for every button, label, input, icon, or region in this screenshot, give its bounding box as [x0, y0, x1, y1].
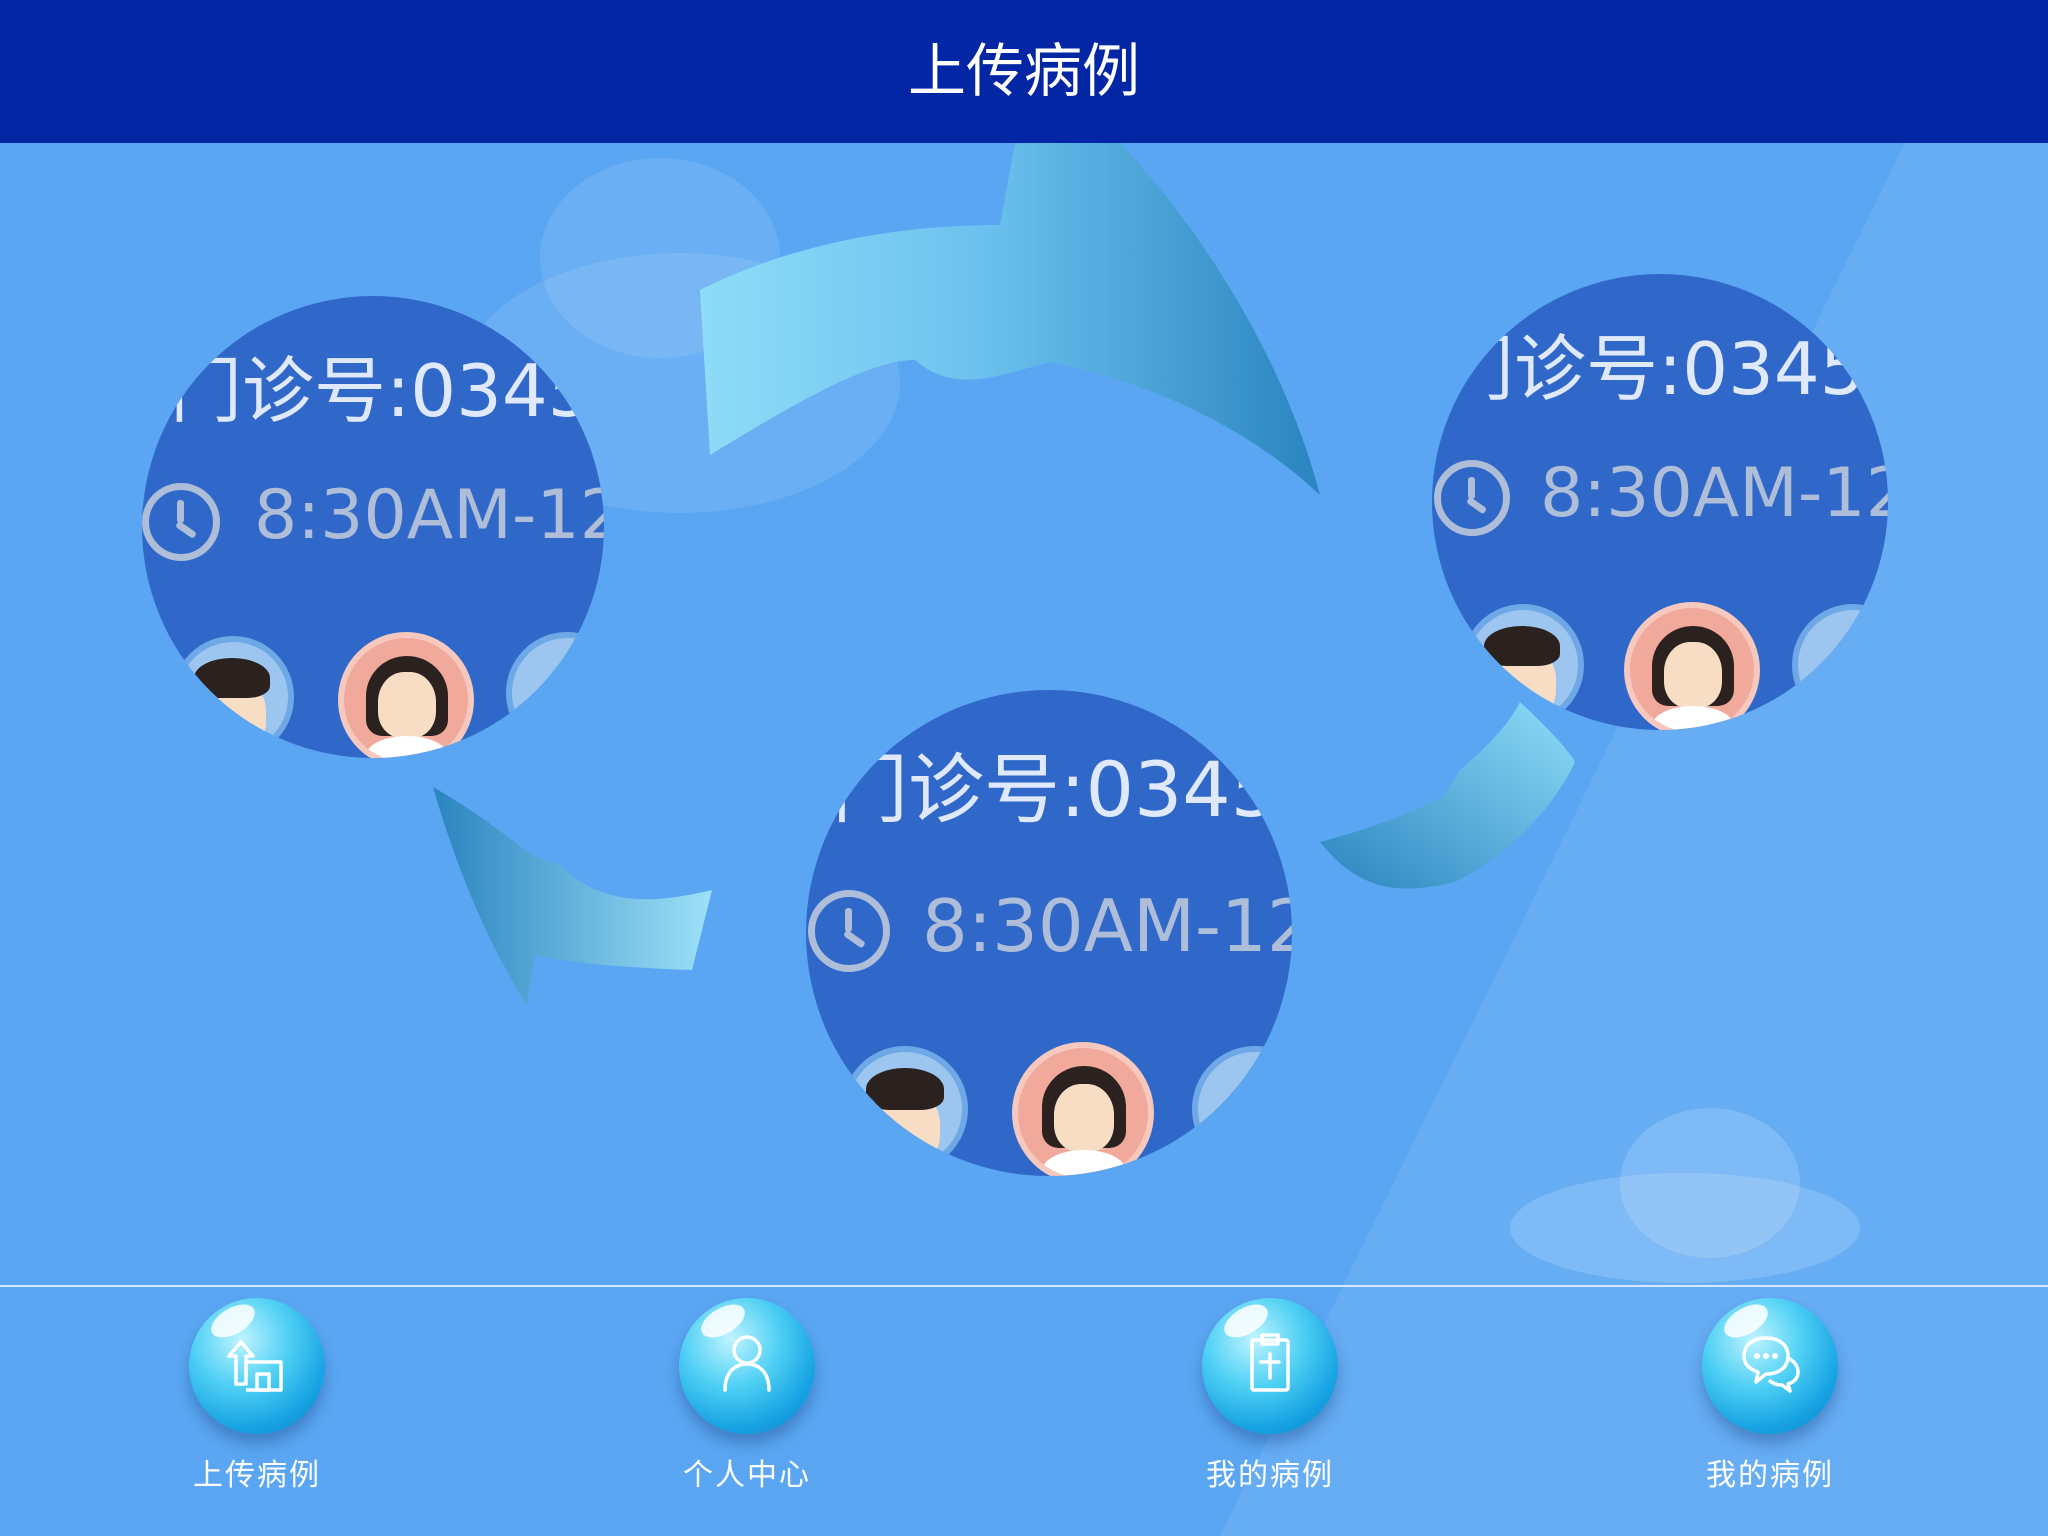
time-range-text: 8:30AM-12: [1540, 454, 1888, 533]
tab-label: 个人中心: [683, 1458, 811, 1493]
tab-upload-case[interactable]: 上传病例: [137, 1298, 377, 1498]
avatar-boy: [1462, 604, 1584, 726]
clock-icon: [142, 483, 220, 561]
time-range-text: 8:30AM-12: [254, 476, 604, 555]
person-icon: [723, 1335, 771, 1392]
preview-card: 门诊号:0345 8:30AM-12: [1432, 274, 1888, 730]
avatar-girl: [338, 632, 474, 758]
avatar-girl: [1624, 602, 1760, 730]
header-bar: 上传病例: [0, 0, 2048, 143]
avatar-boy: [172, 636, 294, 758]
tab-button[interactable]: [679, 1298, 815, 1434]
time-range-text: 8:30AM-12: [922, 884, 1292, 968]
page-title: 上传病例: [907, 37, 1140, 105]
preview-card: 门诊号:0345 8:30AM-12: [806, 690, 1292, 1176]
arrow-left: [433, 787, 712, 1005]
clock-icon: [1434, 460, 1510, 536]
clinic-number-text: 门诊号:0345: [832, 745, 1280, 834]
tab-label: 我的病例: [1706, 1458, 1834, 1493]
tab-messages[interactable]: 我的病例: [1650, 1298, 1890, 1498]
clinic-number-text: 门诊号:0345: [170, 349, 594, 433]
clock-icon: [808, 890, 890, 972]
chat-bubbles-icon: [1742, 1336, 1800, 1393]
avatar-girl: [1012, 1042, 1154, 1176]
tab-button[interactable]: [189, 1298, 325, 1434]
tab-button[interactable]: [1202, 1298, 1338, 1434]
tab-button[interactable]: [1702, 1298, 1838, 1434]
tab-personal-center[interactable]: 个人中心: [627, 1298, 867, 1498]
clipboard-icon: [1250, 1333, 1290, 1392]
tab-label: 上传病例: [193, 1458, 321, 1493]
tab-my-cases[interactable]: 我的病例: [1150, 1298, 1390, 1498]
arrow-right: [1320, 702, 1575, 889]
upload-house-icon: [227, 1340, 283, 1392]
tab-label: 我的病例: [1206, 1458, 1334, 1493]
avatar-boy: [842, 1046, 968, 1172]
preview-card: 门诊号:0345 8:30AM-12: [142, 296, 604, 758]
arrow-top: [700, 143, 1320, 495]
clinic-number-text: 门诊号:0345: [1442, 327, 1866, 411]
